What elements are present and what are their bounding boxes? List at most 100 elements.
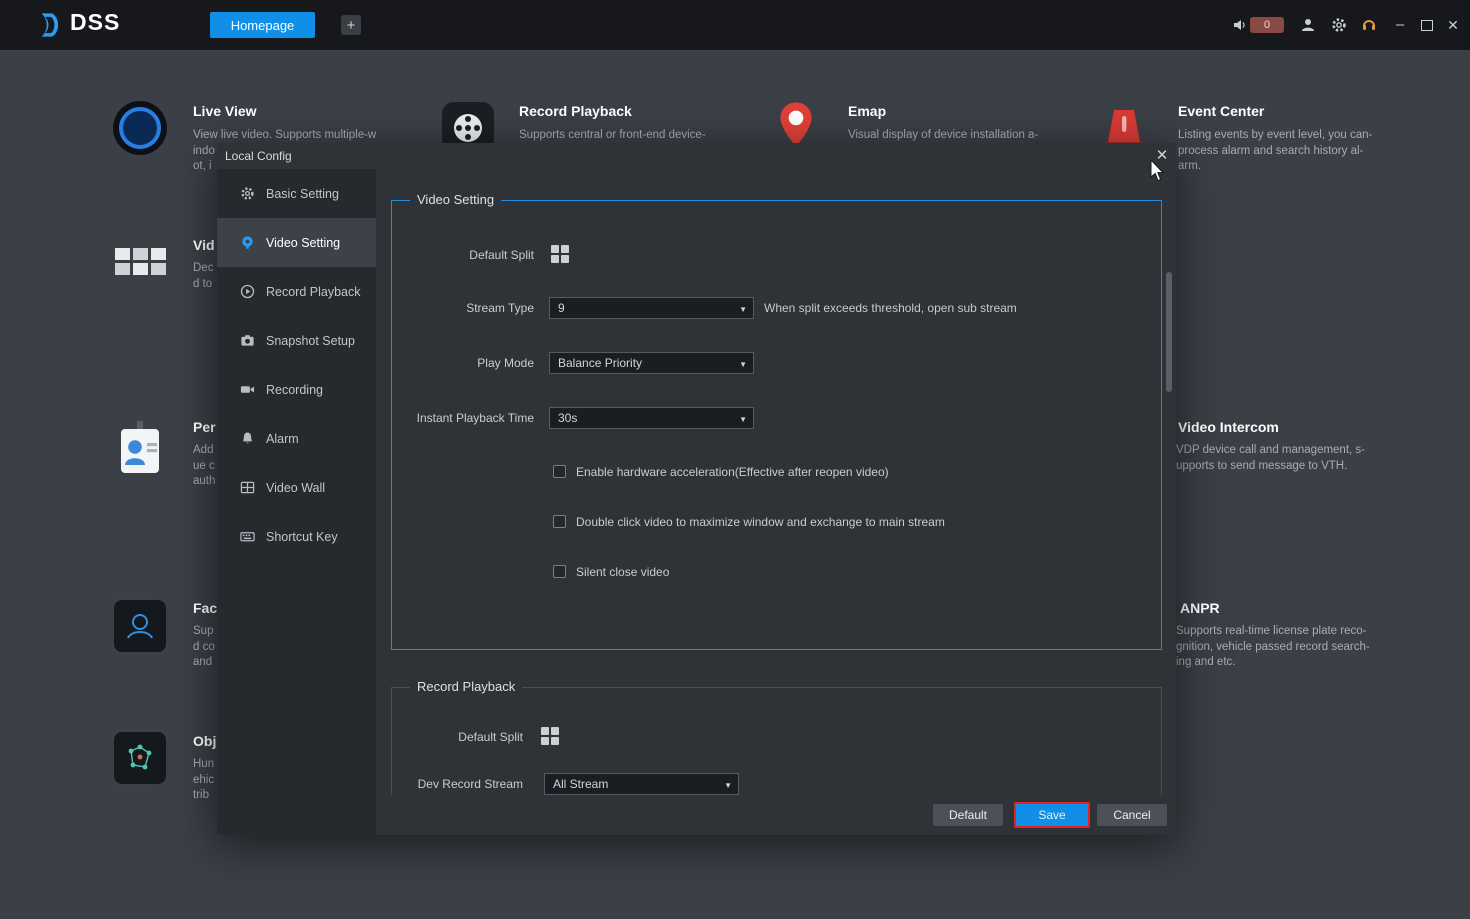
default-button[interactable]: Default xyxy=(933,804,1003,826)
default-split-label: Default Split xyxy=(392,248,534,262)
play-mode-select[interactable]: Balance Priority ▼ xyxy=(549,352,754,374)
dev-record-stream-label: Dev Record Stream xyxy=(392,777,523,791)
maximize-button[interactable] xyxy=(1419,17,1435,33)
instant-playback-select[interactable]: 30s ▼ xyxy=(549,407,754,429)
tile-desc-record-playback: Supports central or front-end device- xyxy=(519,128,706,144)
silent-close-label: Silent close video xyxy=(576,565,669,579)
object-detection-icon[interactable] xyxy=(112,730,168,786)
chevron-down-icon: ▼ xyxy=(739,415,747,424)
bell-icon xyxy=(239,431,255,447)
rp-default-split-label: Default Split xyxy=(392,730,523,744)
video-camera-icon xyxy=(239,235,255,251)
tile-desc-video-intercom: VDP device call and management, s- uppor… xyxy=(1176,443,1365,474)
scrollbar-thumb[interactable] xyxy=(1166,272,1172,392)
cancel-button[interactable]: Cancel xyxy=(1097,804,1167,826)
support-icon[interactable] xyxy=(1361,17,1377,33)
sidebar-item-label: Alarm xyxy=(266,432,299,446)
hardware-acceleration-checkbox[interactable] xyxy=(553,465,566,478)
tile-desc-face: Sup d co and xyxy=(193,624,215,671)
play-circle-icon xyxy=(239,284,255,300)
sidebar-item-shortcut-key[interactable]: Shortcut Key xyxy=(217,512,376,561)
tab-homepage[interactable]: Homepage xyxy=(210,12,315,38)
tile-title-video-wall[interactable]: Vid xyxy=(193,237,215,253)
keyboard-icon xyxy=(239,529,255,545)
tile-title-event-center[interactable]: Event Center xyxy=(1178,103,1264,119)
record-playback-group: Record Playback Default Split Dev Record… xyxy=(391,687,1162,795)
split-selector[interactable] xyxy=(551,245,569,263)
sidebar-item-basic-setting[interactable]: Basic Setting xyxy=(217,169,376,218)
doubleclick-maximize-checkbox[interactable] xyxy=(553,515,566,528)
config-content: Video Setting Default Split Stream Type … xyxy=(376,169,1176,795)
sidebar-item-recording[interactable]: Recording xyxy=(217,365,376,414)
live-view-icon[interactable] xyxy=(112,100,168,156)
tile-desc-object: Hun ehic trib xyxy=(193,757,214,804)
gear-icon[interactable] xyxy=(1331,17,1347,33)
face-recognition-icon[interactable] xyxy=(112,598,168,654)
tile-title-anpr[interactable]: ANPR xyxy=(1180,600,1220,616)
chevron-down-icon: ▼ xyxy=(724,781,732,790)
sidebar-item-label: Video Wall xyxy=(266,481,325,495)
sidebar-item-label: Basic Setting xyxy=(266,187,339,201)
tile-title-face[interactable]: Fac xyxy=(193,600,217,616)
stream-type-value: 9 xyxy=(558,301,565,315)
sidebar-item-alarm[interactable]: Alarm xyxy=(217,414,376,463)
videocam-icon xyxy=(239,382,255,398)
play-mode-label: Play Mode xyxy=(392,356,534,370)
video-setting-group: Video Setting Default Split Stream Type … xyxy=(391,200,1162,650)
sidebar-item-label: Video Setting xyxy=(266,236,340,250)
video-setting-legend: Video Setting xyxy=(410,192,501,207)
stream-type-label: Stream Type xyxy=(392,301,534,315)
sidebar-item-video-wall[interactable]: Video Wall xyxy=(217,463,376,512)
tile-desc-anpr: Supports real-time license plate reco- g… xyxy=(1176,624,1370,671)
tile-title-object[interactable]: Obj xyxy=(193,733,216,749)
video-wall-icon[interactable] xyxy=(112,233,168,289)
hardware-acceleration-label: Enable hardware acceleration(Effective a… xyxy=(576,465,889,479)
sidebar-item-snapshot-setup[interactable]: Snapshot Setup xyxy=(217,316,376,365)
mouse-cursor xyxy=(1150,160,1166,182)
stream-type-hint: When split exceeds threshold, open sub s… xyxy=(764,301,1017,315)
dev-record-stream-select[interactable]: All Stream ▼ xyxy=(544,773,739,795)
personnel-icon[interactable] xyxy=(112,420,168,476)
sidebar-item-label: Snapshot Setup xyxy=(266,334,355,348)
dialog-title: Local Config xyxy=(225,149,292,163)
tile-title-personnel[interactable]: Per xyxy=(193,419,216,435)
sidebar-item-label: Record Playback xyxy=(266,285,361,299)
sidebar-item-video-setting[interactable]: Video Setting xyxy=(217,218,376,267)
doubleclick-maximize-label: Double click video to maximize window an… xyxy=(576,515,945,529)
tile-title-video-intercom[interactable]: Video Intercom xyxy=(1178,419,1279,435)
minimize-button[interactable]: – xyxy=(1392,14,1408,34)
speaker-icon[interactable] xyxy=(1232,17,1248,33)
save-button[interactable]: Save xyxy=(1014,802,1090,828)
silent-close-checkbox[interactable] xyxy=(553,565,566,578)
chevron-down-icon: ▼ xyxy=(739,360,747,369)
local-config-dialog: Local Config ✕ Basic Setting Video Setti… xyxy=(217,143,1176,835)
tile-desc-emap: Visual display of device installation a- xyxy=(848,128,1038,144)
tile-desc-event-center: Listing events by event level, you can- … xyxy=(1178,128,1372,175)
app-window: DSS Homepage + 0 xyxy=(0,0,1470,919)
tile-desc-personnel: Add ue c auth xyxy=(193,443,215,490)
grid-icon xyxy=(239,480,255,496)
record-playback-legend: Record Playback xyxy=(410,679,522,694)
sidebar-item-record-playback[interactable]: Record Playback xyxy=(217,267,376,316)
play-mode-value: Balance Priority xyxy=(558,356,642,370)
dss-logo-icon xyxy=(38,11,66,39)
app-title: DSS xyxy=(70,9,120,36)
alarm-count-badge[interactable]: 0 xyxy=(1250,17,1284,33)
tile-title-emap[interactable]: Emap xyxy=(848,103,886,119)
stream-type-select[interactable]: 9 ▼ xyxy=(549,297,754,319)
instant-playback-value: 30s xyxy=(558,411,577,425)
close-window-button[interactable]: ✕ xyxy=(1445,16,1461,34)
instant-playback-label: Instant Playback Time xyxy=(392,411,534,425)
sidebar-item-label: Shortcut Key xyxy=(266,530,338,544)
gear-icon xyxy=(239,186,255,202)
dev-record-stream-value: All Stream xyxy=(553,777,608,791)
user-icon[interactable] xyxy=(1300,17,1316,33)
tile-title-record-playback[interactable]: Record Playback xyxy=(519,103,632,119)
config-sidebar: Basic Setting Video Setting Record Playb… xyxy=(217,169,376,835)
camera-icon xyxy=(239,333,255,349)
rp-split-selector[interactable] xyxy=(541,727,559,745)
tile-title-live-view[interactable]: Live View xyxy=(193,103,257,119)
add-tab-button[interactable]: + xyxy=(341,15,361,35)
titlebar: DSS Homepage + 0 xyxy=(0,0,1470,50)
chevron-down-icon: ▼ xyxy=(739,305,747,314)
